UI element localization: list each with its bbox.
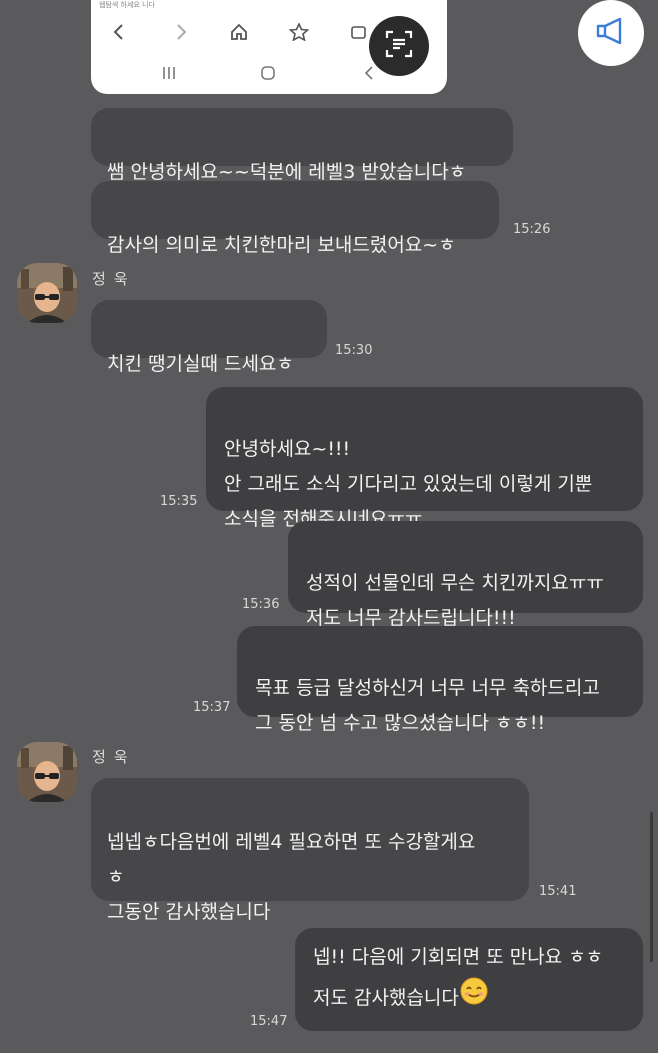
message-bubble[interactable]: 목표 등급 달성하신거 너무 너무 축하드리고 그 동안 넘 수고 많으셨습니다… bbox=[237, 626, 643, 734]
message-time: 15:26 bbox=[513, 222, 551, 237]
message-text: 저도 감사했습니다 bbox=[313, 987, 459, 1009]
avatar[interactable] bbox=[17, 742, 77, 802]
browser-snippet-text: 웹탐색 하세요 니다 bbox=[99, 1, 155, 9]
message-bubble[interactable]: 치킨 땡기실때 드세요ㅎ bbox=[91, 300, 327, 375]
message-text: 감사의 의미로 치킨한마리 보내드렸어요~ㅎ bbox=[107, 234, 456, 256]
message-bubble[interactable]: 쌤 안녕하세요~~덕분에 레벨3 받았습니다ㅎ bbox=[91, 108, 513, 183]
text-scan-button[interactable] bbox=[369, 16, 429, 76]
message-text: 쌤 안녕하세요~~덕분에 레벨3 받았습니다ㅎ bbox=[107, 161, 467, 183]
message-text: 치킨 땡기실때 드세요ㅎ bbox=[107, 353, 294, 375]
sender-name: 정욱 bbox=[92, 270, 136, 288]
announcement-button[interactable] bbox=[578, 0, 644, 66]
message-text: 넵넵ㅎ다음번에 레벨4 필요하면 또 수강할게요 ㅎ 그동안 감사했습니다 bbox=[107, 831, 476, 923]
home-circle-icon bbox=[256, 62, 280, 84]
chat-scrollbar[interactable] bbox=[650, 812, 653, 962]
megaphone-icon bbox=[594, 16, 628, 50]
forward-icon bbox=[169, 20, 193, 44]
message-time: 15:35 bbox=[160, 494, 198, 509]
message-text: 안녕하세요~!!! 안 그래도 소식 기다리고 있었는데 이렇게 기뿐 소식을 … bbox=[224, 438, 593, 530]
recent-apps-icon bbox=[157, 62, 181, 84]
message-bubble[interactable]: 넵!! 다음에 기회되면 또 만나요 ㅎㅎ 저도 감사했습니다 bbox=[295, 928, 643, 1031]
message-bubble[interactable]: 넵넵ㅎ다음번에 레벨4 필요하면 또 수강할게요 ㅎ 그동안 감사했습니다 bbox=[91, 778, 529, 923]
message-text: 성적이 선물인데 무슨 치킨까지요ㅠㅠ 저도 너무 감사드립니다!!! bbox=[306, 572, 604, 629]
message-time: 15:36 bbox=[242, 597, 280, 612]
message-text: 목표 등급 달성하신거 너무 너무 축하드리고 그 동안 넘 수고 많으셨습니다… bbox=[255, 677, 600, 734]
message-bubble[interactable]: 안녕하세요~!!! 안 그래도 소식 기다리고 있었는데 이렇게 기뿐 소식을 … bbox=[206, 387, 643, 530]
home-icon bbox=[227, 20, 251, 44]
message-time: 15:41 bbox=[539, 884, 577, 899]
message-bubble[interactable]: 감사의 의미로 치킨한마리 보내드렸어요~ㅎ bbox=[91, 181, 499, 256]
message-time: 15:37 bbox=[193, 700, 231, 715]
smiling-face-emoji bbox=[459, 976, 489, 1021]
bookmark-icon bbox=[287, 20, 311, 44]
tabs-icon bbox=[347, 20, 371, 44]
message-time: 15:47 bbox=[250, 1014, 288, 1029]
sender-name: 정욱 bbox=[92, 748, 136, 766]
back-icon bbox=[107, 20, 131, 44]
text-scan-icon bbox=[384, 29, 414, 63]
avatar[interactable] bbox=[17, 263, 77, 323]
message-text: 넵!! 다음에 기회되면 또 만나요 ㅎㅎ bbox=[313, 946, 604, 968]
message-bubble[interactable]: 성적이 선물인데 무슨 치킨까지요ㅠㅠ 저도 너무 감사드립니다!!! bbox=[288, 521, 643, 629]
message-time: 15:30 bbox=[335, 343, 373, 358]
